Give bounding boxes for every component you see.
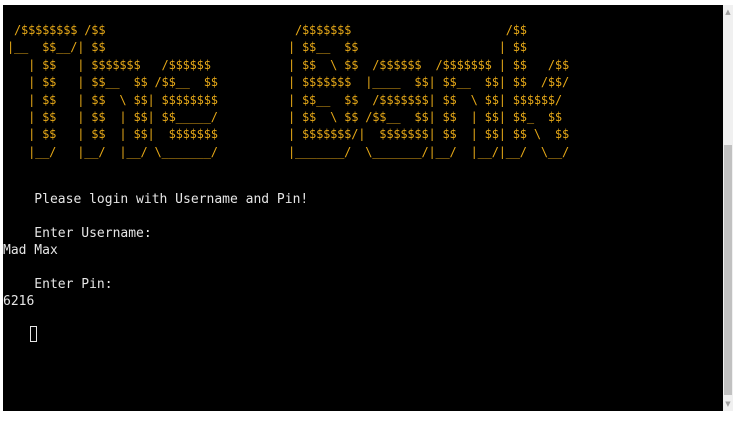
scroll-down-arrow-icon[interactable]: ▼: [723, 397, 733, 411]
vertical-scrollbar[interactable]: ▲ ▼: [723, 5, 733, 411]
login-prompt-message: Please login with Username and Pin!: [3, 192, 309, 207]
username-prompt: Enter Username:: [3, 226, 152, 241]
text-cursor: [30, 326, 37, 342]
banner-line: | $$ | $$ \ $$| $$$$$$$$ | $$__ $$ /$$$$…: [7, 92, 562, 107]
ascii-banner: /$$$$$$$$ /$$ /$$$$$$$ /$$ |__ $$__/| $$…: [7, 22, 569, 161]
scroll-thumb[interactable]: [724, 145, 732, 395]
banner-line: | $$ | $$ | $$| $$$$$$$ | $$$$$$$/| $$$$…: [7, 127, 569, 142]
banner-line: /$$$$$$$$ /$$ /$$$$$$$ /$$: [7, 23, 527, 37]
banner-line: | $$ | $$__ $$ /$$__ $$ | $$$$$$$ |____ …: [7, 75, 569, 90]
banner-line: |__/ |__/ |__/ \_______/ |_______/ \____…: [7, 144, 569, 159]
banner-line: | $$ | $$ | $$| $$_____/ | $$ \ $$ /$$__…: [7, 110, 562, 125]
banner-line: |__ $$__/| $$ | $$__ $$ | $$: [7, 40, 527, 55]
username-input-value[interactable]: Mad Max: [3, 243, 58, 259]
pin-prompt: Enter Pin:: [3, 277, 113, 292]
pin-input-value[interactable]: 6216: [3, 294, 34, 310]
banner-line: | $$ | $$$$$$$ /$$$$$$ | $$ \ $$ /$$$$$$…: [7, 57, 569, 72]
terminal-window[interactable]: /$$$$$$$$ /$$ /$$$$$$$ /$$ |__ $$__/| $$…: [3, 5, 723, 411]
scroll-up-arrow-icon[interactable]: ▲: [723, 5, 733, 19]
